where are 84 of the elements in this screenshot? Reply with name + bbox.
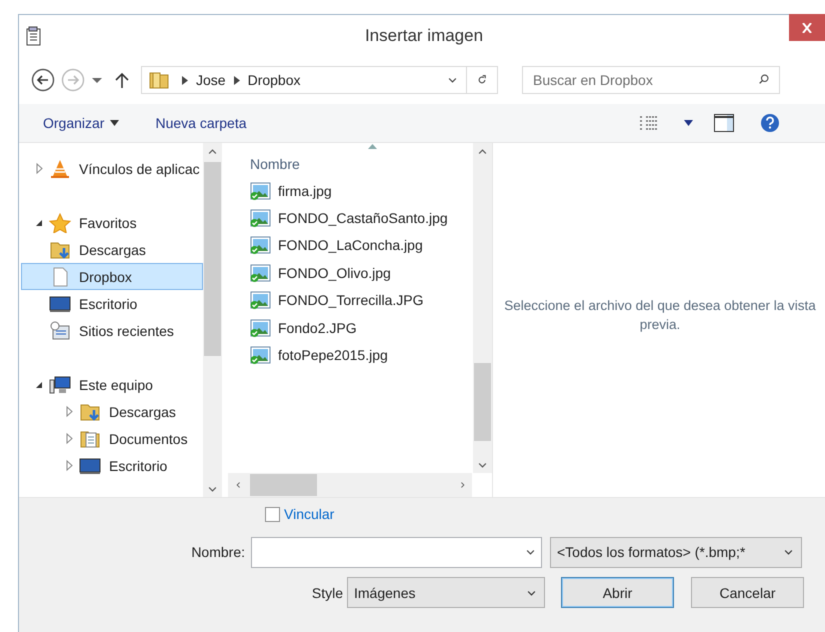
- star-icon: [49, 212, 71, 232]
- image-file-icon: [250, 291, 271, 310]
- file-name[interactable]: fotoPepe2015.jpg: [278, 347, 388, 364]
- expand-triangle-icon[interactable]: [34, 163, 45, 174]
- folder-icon: [148, 70, 170, 90]
- chevron-icon: [234, 76, 240, 84]
- window-title: Insertar imagen: [364, 26, 484, 46]
- navigation-item[interactable]: Favoritos: [21, 209, 203, 236]
- dropdown-chevron-icon[interactable]: [448, 77, 456, 83]
- monitor-icon: [79, 456, 101, 476]
- file-name[interactable]: FONDO_CastañoSanto.jpg: [278, 210, 448, 226]
- sort-arrow-icon: [368, 144, 377, 149]
- expand-triangle-icon[interactable]: [64, 460, 75, 471]
- navigation-item[interactable]: Vínculos de aplicac: [21, 155, 203, 182]
- file-name[interactable]: FONDO_Torrecilla.JPG: [278, 292, 424, 308]
- search-field[interactable]: Buscar en Dropbox: [522, 66, 780, 94]
- image-file-icon: [250, 318, 271, 337]
- expand-triangle-icon[interactable]: [64, 433, 75, 444]
- field-label: Style: [310, 584, 344, 600]
- file-name[interactable]: firma.jpg: [278, 182, 332, 199]
- documents-folder-icon: [79, 428, 101, 448]
- dropdown-chevron-icon: [527, 590, 536, 596]
- scrollbar-thumb[interactable]: [474, 363, 491, 441]
- file-name[interactable]: Fondo2.JPG: [278, 320, 357, 336]
- traffic-cone-icon: [49, 158, 71, 178]
- new-folder-button[interactable]: Nueva carpeta: [155, 111, 247, 135]
- download-folder-icon: [49, 240, 71, 260]
- caret-icon: [110, 120, 120, 126]
- image-file-icon: [250, 182, 271, 200]
- open-button[interactable]: Abrir: [561, 577, 674, 608]
- computer-icon: [49, 374, 71, 394]
- preview-message: Seleccione el archivo del que desea obtener la vista previa.: [503, 297, 817, 334]
- expand-triangle-icon[interactable]: [64, 406, 75, 417]
- image-file-icon: [250, 209, 271, 228]
- close-icon: [801, 22, 813, 32]
- cancel-button[interactable]: Cancelar: [691, 577, 804, 608]
- field-label: Nombre:: [190, 544, 246, 560]
- navigation-item[interactable]: Escritorio: [21, 290, 203, 317]
- horizontal-scrollbar[interactable]: [228, 473, 472, 497]
- file-type-dropdown[interactable]: <Todos los formatos> (*.bmp;*: [550, 536, 802, 568]
- navigation-item[interactable]: Descargas: [21, 236, 203, 263]
- document-icon: [25, 26, 43, 46]
- checkbox-label[interactable]: Vincular: [284, 506, 334, 522]
- navigation-item[interactable]: Escritorio: [21, 452, 203, 479]
- close-button[interactable]: [789, 14, 825, 41]
- caret-icon[interactable]: [91, 75, 103, 85]
- scrollbar-thumb[interactable]: [204, 162, 221, 356]
- breadcrumb-item[interactable]: Dropbox: [248, 72, 300, 88]
- navigation-item[interactable]: Documentos: [21, 425, 203, 452]
- image-file-icon: [250, 236, 271, 254]
- navigation-item[interactable]: Este equipo: [21, 371, 203, 398]
- style-dropdown[interactable]: Imágenes: [347, 577, 545, 608]
- caret-icon[interactable]: [684, 120, 693, 126]
- dropdown-chevron-icon: [784, 549, 793, 555]
- scrollbar[interactable]: [473, 143, 492, 473]
- scrollbar[interactable]: [203, 143, 222, 497]
- scroll-down-icon[interactable]: [208, 486, 217, 492]
- dropdown-chevron-icon[interactable]: [526, 549, 535, 555]
- scroll-up-icon[interactable]: [208, 148, 217, 154]
- file-name[interactable]: FONDO_Olivo.jpg: [278, 264, 391, 281]
- preview-pane-icon[interactable]: [713, 113, 735, 133]
- monitor-icon: [49, 294, 71, 314]
- navigation-item[interactable]: Sitios recientes: [21, 317, 203, 344]
- search-icon[interactable]: [758, 74, 770, 84]
- download-folder-icon: [79, 402, 101, 422]
- navigation-item[interactable]: Descargas: [21, 398, 203, 425]
- file-name-field[interactable]: [251, 536, 542, 568]
- chevron-icon: [182, 76, 188, 84]
- file-name[interactable]: FONDO_LaConcha.jpg: [278, 237, 423, 254]
- image-file-icon: [250, 346, 271, 364]
- refresh-icon[interactable]: [476, 75, 488, 85]
- column-header[interactable]: Nombre: [250, 156, 300, 172]
- organize-button[interactable]: Organizar: [43, 111, 120, 135]
- navigation-item[interactable]: Dropbox: [21, 263, 203, 290]
- scrollbar-thumb[interactable]: [250, 474, 317, 496]
- breadcrumb-item[interactable]: Jose: [196, 72, 226, 88]
- checkbox[interactable]: [265, 506, 280, 522]
- up-arrow-icon[interactable]: [115, 72, 129, 88]
- help-icon[interactable]: [759, 113, 781, 133]
- address-bar[interactable]: Jose Dropbox: [141, 66, 498, 94]
- clock-window-icon: [49, 320, 71, 340]
- scroll-down-icon[interactable]: [478, 462, 487, 468]
- image-file-icon: [250, 264, 271, 282]
- scroll-up-icon[interactable]: [478, 148, 487, 154]
